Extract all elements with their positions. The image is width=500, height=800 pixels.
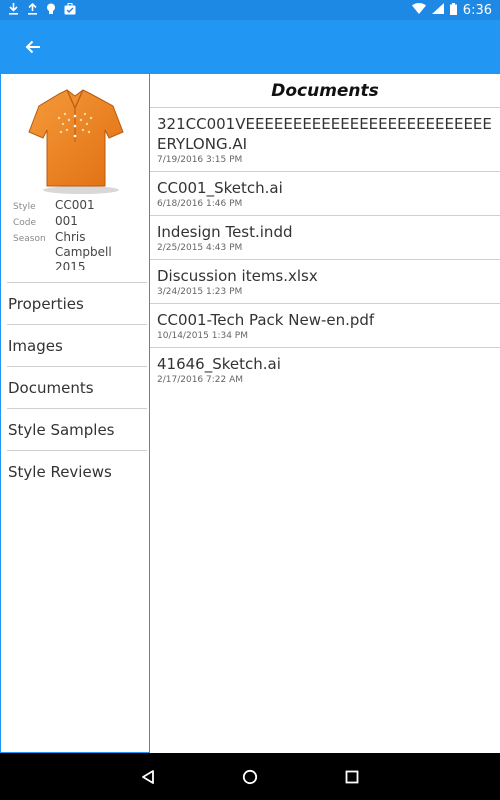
circle-home-icon — [242, 769, 258, 784]
document-item[interactable]: 41646_Sketch.ai 2/17/2016 7:22 AM — [150, 348, 500, 391]
download-icon — [8, 2, 19, 18]
document-name: 321CC001VEEEEEEEEEEEEEEEEEEEEEEEEEEERYLO… — [157, 115, 492, 153]
triangle-back-icon — [142, 769, 154, 784]
system-nav-bar — [0, 753, 500, 800]
document-date: 2/25/2015 4:43 PM — [157, 243, 243, 253]
meta-value: CC001 — [55, 198, 95, 212]
documents-title: Documents — [150, 74, 500, 108]
document-date: 10/14/2015 1:34 PM — [157, 331, 248, 341]
document-item[interactable]: CC001_Sketch.ai 6/18/2016 1:46 PM — [150, 172, 500, 216]
bulb-icon — [46, 3, 56, 18]
meta-value: 001 — [55, 214, 78, 228]
meta-value: Chris Campbell 2015 — [55, 230, 112, 270]
back-arrow-icon — [25, 40, 40, 54]
nav-item-images[interactable]: Images — [7, 324, 147, 366]
system-icons: 6:36 — [411, 2, 500, 18]
back-button[interactable] — [18, 32, 48, 62]
briefcase-icon — [64, 2, 76, 18]
document-name: Discussion items.xlsx — [157, 267, 318, 285]
style-meta: Style CC001 Code 001 Season Chris Campbe… — [13, 198, 145, 270]
wifi-icon — [411, 2, 426, 17]
notification-icons — [0, 2, 76, 18]
meta-label: Code — [13, 218, 37, 228]
document-date: 6/18/2016 1:46 PM — [157, 199, 243, 209]
signal-icon — [431, 3, 444, 17]
document-name: 41646_Sketch.ai — [157, 355, 281, 373]
document-date: 3/24/2015 1:23 PM — [157, 287, 243, 297]
orange-blouse-image — [28, 89, 124, 194]
document-item[interactable]: CC001-Tech Pack New-en.pdf 10/14/2015 1:… — [150, 304, 500, 348]
style-nav-list: Properties Images Documents Style Sample… — [7, 282, 147, 492]
nav-recents-button[interactable] — [343, 768, 361, 786]
meta-label: Style — [13, 202, 36, 212]
product-thumbnail[interactable] — [23, 86, 127, 196]
upload-icon — [27, 2, 38, 18]
meta-row-code: Code 001 — [13, 214, 145, 229]
meta-row-style: Style CC001 — [13, 198, 145, 213]
document-name: CC001-Tech Pack New-en.pdf — [157, 311, 375, 329]
documents-panel: Documents 321CC001VEEEEEEEEEEEEEEEEEEEEE… — [150, 74, 500, 753]
clock-time: 6:36 — [462, 2, 492, 18]
document-name: CC001_Sketch.ai — [157, 179, 283, 197]
nav-back-button[interactable] — [139, 768, 157, 786]
status-bar: 6:36 — [0, 0, 500, 20]
document-item[interactable]: Indesign Test.indd 2/25/2015 4:43 PM — [150, 216, 500, 260]
nav-item-properties[interactable]: Properties — [7, 282, 147, 324]
document-date: 2/17/2016 7:22 AM — [157, 375, 244, 385]
nav-home-button[interactable] — [241, 768, 259, 786]
nav-item-style-reviews[interactable]: Style Reviews — [7, 450, 147, 492]
battery-icon — [449, 2, 457, 18]
document-name: Indesign Test.indd — [157, 223, 293, 241]
nav-item-style-samples[interactable]: Style Samples — [7, 408, 147, 450]
meta-row-season: Season Chris Campbell 2015 — [13, 230, 145, 270]
style-sidebar: Style CC001 Code 001 Season Chris Campbe… — [0, 74, 150, 753]
app-bar — [0, 20, 500, 74]
square-recents-icon — [345, 770, 359, 783]
document-item[interactable]: Discussion items.xlsx 3/24/2015 1:23 PM — [150, 260, 500, 304]
nav-item-documents[interactable]: Documents — [7, 366, 147, 408]
document-date: 7/19/2016 3:15 PM — [157, 155, 243, 165]
document-item[interactable]: 321CC001VEEEEEEEEEEEEEEEEEEEEEEEEEEERYLO… — [150, 108, 500, 172]
meta-label: Season — [13, 234, 46, 244]
